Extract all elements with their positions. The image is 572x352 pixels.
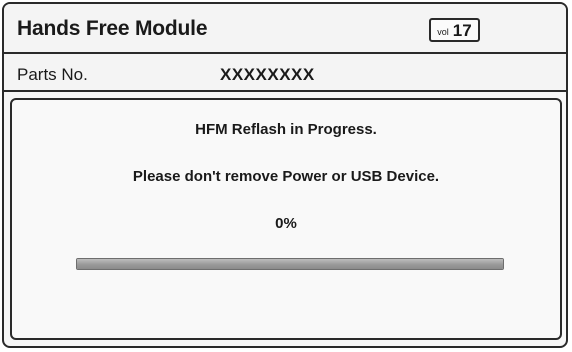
progress-bar (76, 258, 504, 270)
progress-percent: 0% (275, 215, 297, 232)
header-bar: Hands Free Module vol 17 (4, 4, 566, 54)
volume-value: 17 (452, 20, 472, 40)
hfm-reflash-screen: Hands Free Module vol 17 Parts No. XXXXX… (2, 2, 568, 348)
reflash-status-panel: HFM Reflash in Progress. Please don't re… (10, 98, 562, 340)
parts-number-label: Parts No. (17, 65, 88, 84)
reflash-status-heading: HFM Reflash in Progress. (195, 121, 377, 138)
parts-number-value: XXXXXXXX (220, 65, 315, 84)
volume-indicator: vol 17 (429, 18, 480, 42)
reflash-warning-message: Please don't remove Power or USB Device. (132, 168, 440, 185)
page-title: Hands Free Module (17, 17, 208, 40)
parts-number-row: Parts No. XXXXXXXX (4, 54, 566, 92)
progress-track (77, 259, 503, 269)
volume-label: vol (437, 26, 449, 37)
